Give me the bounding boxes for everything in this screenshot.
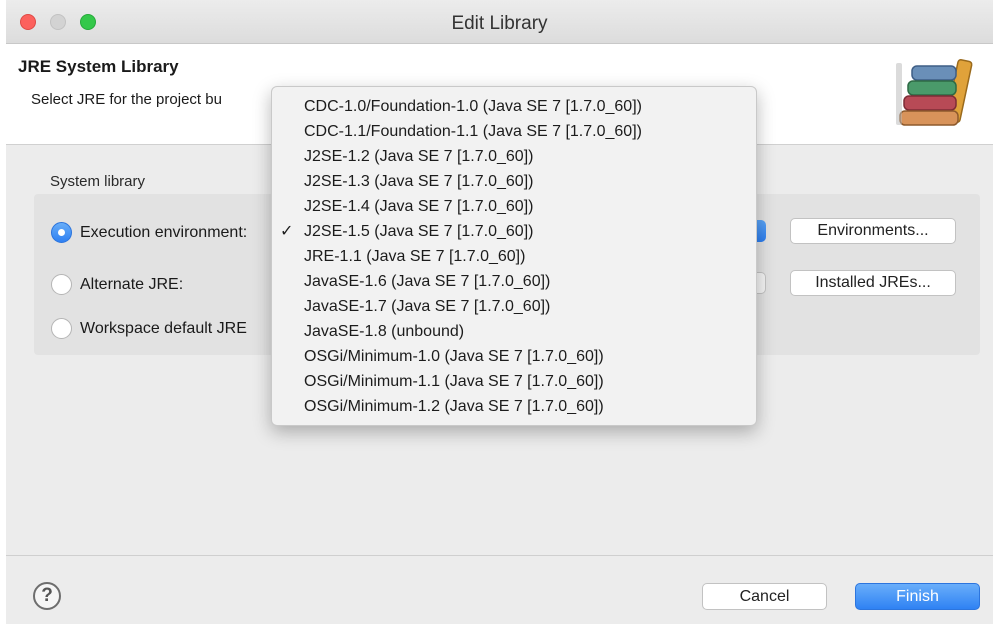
cancel-button[interactable]: Cancel	[702, 583, 827, 610]
menu-item-label: OSGi/Minimum-1.2 (Java SE 7 [1.7.0_60])	[304, 398, 604, 415]
menu-item-label: OSGi/Minimum-1.1 (Java SE 7 [1.7.0_60])	[304, 373, 604, 390]
menu-item[interactable]: JavaSE-1.7 (Java SE 7 [1.7.0_60])	[272, 294, 756, 319]
execution-environment-radio[interactable]	[51, 222, 72, 243]
menu-item[interactable]: JavaSE-1.6 (Java SE 7 [1.7.0_60])	[272, 269, 756, 294]
page-description: Select JRE for the project bu	[31, 91, 222, 108]
menu-item-label: JavaSE-1.7 (Java SE 7 [1.7.0_60])	[304, 298, 551, 315]
alternate-jre-radio[interactable]	[51, 274, 72, 295]
alternate-jre-label: Alternate JRE:	[80, 276, 184, 293]
workspace-default-jre-radio[interactable]	[51, 318, 72, 339]
menu-item[interactable]: OSGi/Minimum-1.2 (Java SE 7 [1.7.0_60])	[272, 394, 756, 419]
menu-item-label: J2SE-1.2 (Java SE 7 [1.7.0_60])	[304, 148, 534, 165]
menu-item-label: CDC-1.1/Foundation-1.1 (Java SE 7 [1.7.0…	[304, 123, 642, 140]
menu-item[interactable]: J2SE-1.4 (Java SE 7 [1.7.0_60])	[272, 194, 756, 219]
page-title: JRE System Library	[18, 57, 179, 76]
finish-button[interactable]: Finish	[855, 583, 980, 610]
installed-jres-button[interactable]: Installed JREs...	[790, 270, 956, 296]
window-title: Edit Library	[451, 13, 548, 34]
library-books-icon	[896, 59, 973, 126]
menu-item[interactable]: CDC-1.0/Foundation-1.0 (Java SE 7 [1.7.0…	[272, 94, 756, 119]
menu-item-label: JRE-1.1 (Java SE 7 [1.7.0_60])	[304, 248, 526, 265]
menu-item[interactable]: J2SE-1.2 (Java SE 7 [1.7.0_60])	[272, 144, 756, 169]
footer-divider	[6, 555, 993, 556]
menu-item[interactable]: JavaSE-1.8 (unbound)	[272, 319, 756, 344]
menu-item-label: JavaSE-1.8 (unbound)	[304, 323, 465, 340]
execution-environment-menu: CDC-1.0/Foundation-1.0 (Java SE 7 [1.7.0…	[271, 86, 757, 426]
menu-item-label: CDC-1.0/Foundation-1.0 (Java SE 7 [1.7.0…	[304, 98, 642, 115]
menu-item-label: J2SE-1.5 (Java SE 7 [1.7.0_60])	[304, 223, 534, 240]
menu-item[interactable]: OSGi/Minimum-1.0 (Java SE 7 [1.7.0_60])	[272, 344, 756, 369]
menu-item[interactable]: JRE-1.1 (Java SE 7 [1.7.0_60])	[272, 244, 756, 269]
workspace-default-jre-label: Workspace default JRE	[80, 320, 247, 337]
help-button[interactable]: ?	[33, 582, 61, 610]
system-library-group-label: System library	[50, 173, 146, 190]
menu-item-label: JavaSE-1.6 (Java SE 7 [1.7.0_60])	[304, 273, 551, 290]
menu-item[interactable]: OSGi/Minimum-1.1 (Java SE 7 [1.7.0_60])	[272, 369, 756, 394]
checkmark-icon: ✓	[280, 223, 294, 240]
menu-item-selected[interactable]: ✓ J2SE-1.5 (Java SE 7 [1.7.0_60])	[272, 219, 756, 244]
menu-item-label: OSGi/Minimum-1.0 (Java SE 7 [1.7.0_60])	[304, 348, 604, 365]
menu-item-label: J2SE-1.3 (Java SE 7 [1.7.0_60])	[304, 173, 534, 190]
menu-item[interactable]: CDC-1.1/Foundation-1.1 (Java SE 7 [1.7.0…	[272, 119, 756, 144]
execution-environment-label: Execution environment:	[80, 224, 248, 241]
menu-item-label: J2SE-1.4 (Java SE 7 [1.7.0_60])	[304, 198, 534, 215]
menu-item[interactable]: J2SE-1.3 (Java SE 7 [1.7.0_60])	[272, 169, 756, 194]
title-bar: Edit Library	[6, 0, 993, 44]
environments-button[interactable]: Environments...	[790, 218, 956, 244]
